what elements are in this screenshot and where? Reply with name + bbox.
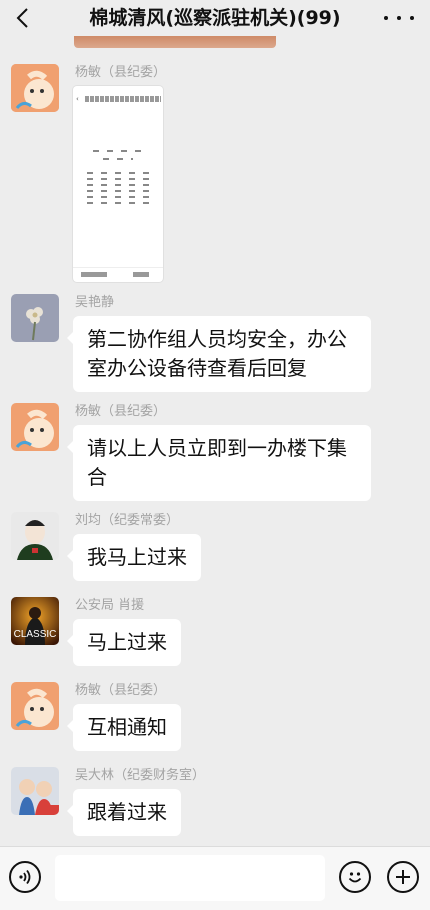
- document-title-line: [85, 96, 161, 102]
- document-line: [87, 178, 151, 180]
- message-bubble[interactable]: 我马上过来: [67, 534, 201, 581]
- cartoon-baby-avatar[interactable]: [11, 403, 59, 451]
- image-message[interactable]: ‹: [73, 86, 163, 282]
- message-bubble[interactable]: 请以上人员立即到一办楼下集合: [67, 425, 371, 501]
- message-bubble[interactable]: 跟着过来: [67, 789, 181, 836]
- document-line: [87, 184, 151, 186]
- sender-name: 刘均（纪委常委）: [75, 513, 180, 528]
- message-input[interactable]: [55, 855, 325, 901]
- document-line: [87, 196, 151, 198]
- document-line: [93, 150, 143, 152]
- document-toolbar: [73, 267, 163, 282]
- cartoon-baby-avatar[interactable]: [11, 64, 59, 112]
- chat-title: 棉城清风(巡察派驻机关)(99): [89, 7, 341, 29]
- input-bar: [0, 846, 430, 910]
- chat-header: 棉城清风(巡察派驻机关)(99): [0, 0, 430, 36]
- sender-name: 杨敏（县纪委）: [75, 404, 167, 419]
- chevron-left-icon: ‹: [76, 95, 79, 103]
- sender-name: 杨敏（县纪委）: [75, 65, 167, 80]
- document-line: [87, 172, 151, 174]
- sender-name: 杨敏（县纪委）: [75, 683, 167, 698]
- message-list[interactable]: 杨敏（县纪委） ‹ 吴艳静 第二协作组人员均安全，办公室办公设备待查看后回复 杨…: [0, 36, 430, 846]
- avatar-caption: CLASSIC: [13, 629, 57, 640]
- previous-message-edge: [74, 36, 276, 48]
- flower-avatar[interactable]: [11, 294, 59, 342]
- sender-name: 公安局 肖援: [75, 598, 145, 613]
- plus-icon: [396, 870, 410, 884]
- man-portrait-avatar[interactable]: [11, 512, 59, 560]
- sender-name: 吴大林（纪委财务室）: [75, 768, 206, 783]
- document-line: [87, 202, 151, 204]
- document-line: [87, 190, 151, 192]
- ellipsis-icon: [384, 16, 388, 20]
- plus-button[interactable]: [387, 861, 419, 893]
- message-bubble[interactable]: 第二协作组人员均安全，办公室办公设备待查看后回复: [67, 316, 371, 392]
- message-bubble[interactable]: 马上过来: [67, 619, 181, 666]
- cartoon-baby-avatar[interactable]: [11, 682, 59, 730]
- classic-movie-avatar[interactable]: CLASSIC: [11, 597, 59, 645]
- back-button[interactable]: [10, 5, 34, 31]
- document-line: [103, 158, 133, 160]
- emoji-icon: [348, 872, 362, 883]
- voice-icon: [19, 869, 31, 885]
- message-bubble[interactable]: 互相通知: [67, 704, 181, 751]
- emoji-button[interactable]: [339, 861, 371, 893]
- more-button[interactable]: [384, 6, 414, 30]
- sender-name: 吴艳静: [75, 295, 115, 310]
- voice-button[interactable]: [9, 861, 41, 893]
- chevron-left-icon: [16, 8, 28, 28]
- kids-photo-avatar[interactable]: [11, 767, 59, 815]
